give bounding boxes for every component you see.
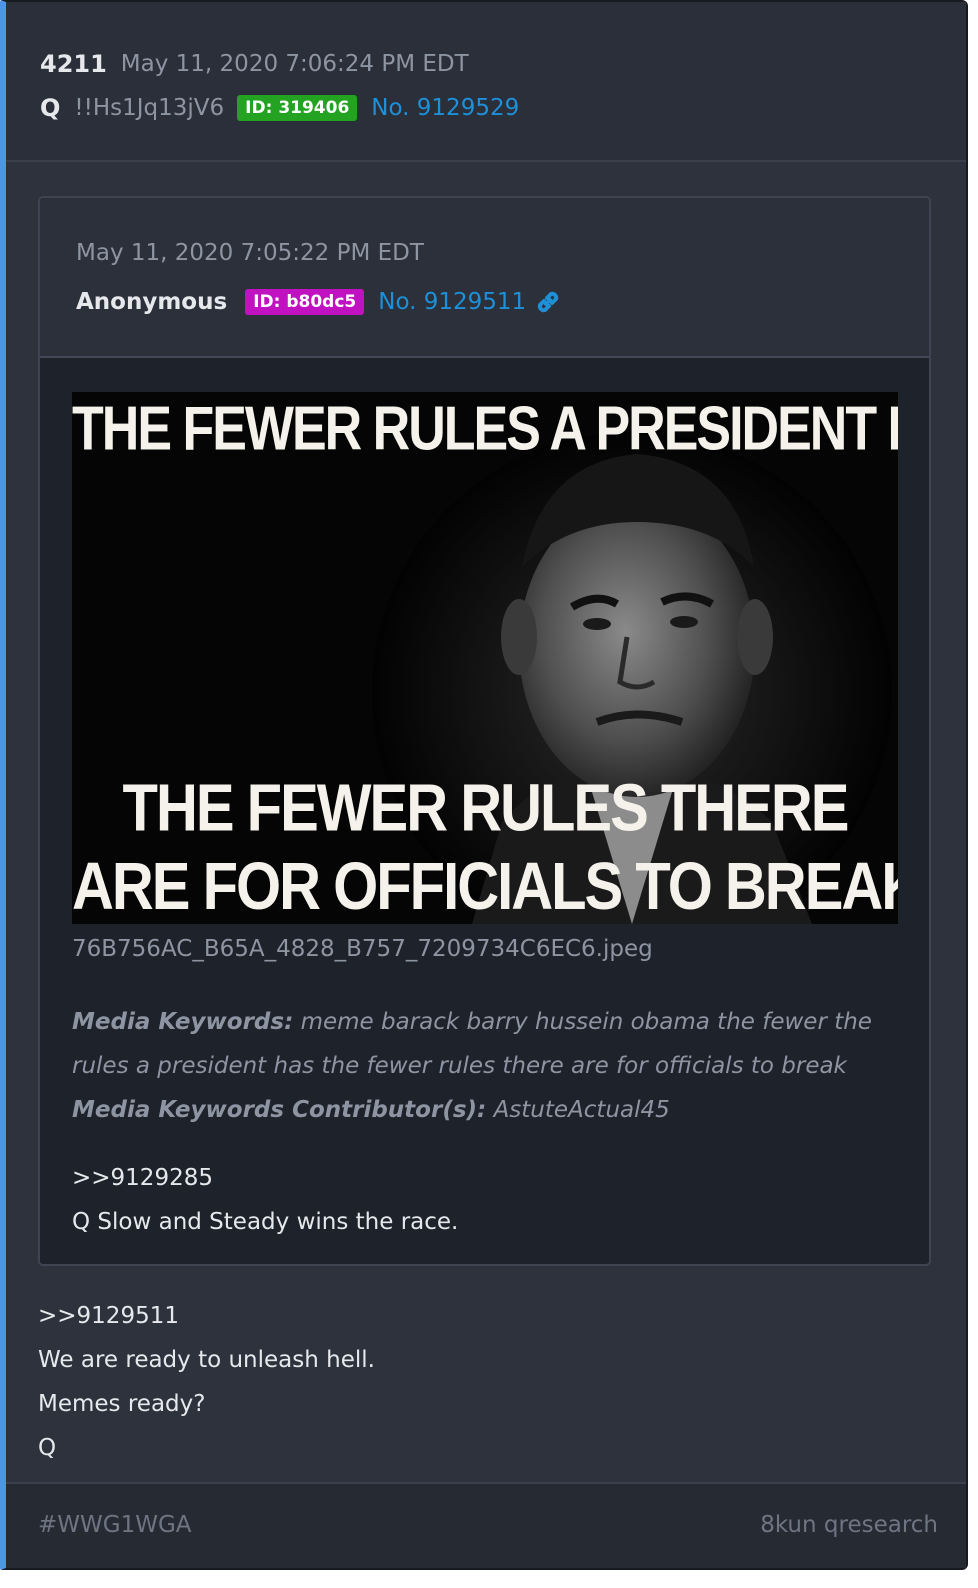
body-signature: Q — [38, 1435, 57, 1461]
reply-link[interactable]: >>9129511 — [38, 1294, 375, 1338]
quoted-post-date: May 11, 2020 7:05:22 PM EDT — [76, 240, 424, 266]
quoted-body-line: Q Slow and Steady wins the race. — [72, 1209, 459, 1235]
meme-bottom-text: THE FEWER RULES THERE ARE FOR OFFICIALS … — [72, 770, 898, 924]
post-footer: #WWG1WGA 8kun qresearch — [6, 1482, 966, 1568]
post-meta-row: 4211 May 11, 2020 7:06:24 PM EDT — [40, 46, 469, 82]
id-badge: ID: 319406 — [237, 95, 358, 121]
post-card: 4211 May 11, 2020 7:06:24 PM EDT Q !!Hs1… — [0, 0, 968, 1570]
meme-image[interactable]: THE FEWER RULES A PRESIDENT HAS, THE FEW… — [72, 392, 898, 924]
quoted-reply-link[interactable]: >>9129285 — [72, 1156, 458, 1200]
quoted-post: May 11, 2020 7:05:22 PM EDT Anonymous ID… — [38, 196, 931, 1266]
post-header: 4211 May 11, 2020 7:06:24 PM EDT Q !!Hs1… — [6, 2, 966, 162]
meme-bottom-line-1: THE FEWER RULES THERE — [122, 770, 850, 846]
post-date: May 11, 2020 7:06:24 PM EDT — [120, 51, 469, 77]
quoted-author-name: Anonymous — [76, 289, 228, 315]
meme-bottom-line-2: ARE FOR OFFICIALS TO BREAK. — [72, 849, 898, 924]
contributors-text: AstuteActual45 — [493, 1097, 670, 1123]
body-line: Memes ready? — [38, 1391, 206, 1417]
body-line: We are ready to unleash hell. — [38, 1347, 375, 1373]
author-name: Q — [40, 94, 61, 122]
contributors-label: Media Keywords Contributor(s): — [72, 1097, 487, 1123]
hashtag: #WWG1WGA — [38, 1512, 192, 1538]
post-number-link[interactable]: No. 9129529 — [371, 95, 519, 121]
post-number: 4211 — [40, 50, 107, 78]
tripcode: !!Hs1Jq13jV6 — [74, 95, 225, 121]
quoted-id-badge: ID: b80dc5 — [245, 289, 365, 315]
meme-top-text: THE FEWER RULES A PRESIDENT HAS, — [72, 394, 898, 464]
source-label: 8kun qresearch — [760, 1512, 938, 1538]
post-author-row: Q !!Hs1Jq13jV6 ID: 319406 No. 9129529 — [40, 90, 519, 126]
media-keywords: Media Keywords: meme barack barry hussei… — [72, 1000, 902, 1132]
post-body: >>9129511 We are ready to unleash hell. … — [38, 1294, 375, 1470]
keywords-label: Media Keywords: — [72, 1009, 294, 1035]
quoted-post-header: May 11, 2020 7:05:22 PM EDT Anonymous ID… — [40, 198, 929, 358]
image-filename[interactable]: 76B756AC_B65A_4828_B757_7209734C6EC6.jpe… — [72, 936, 653, 962]
link-icon[interactable] — [534, 288, 562, 316]
quoted-author-row: Anonymous ID: b80dc5 No. 9129511 — [76, 284, 562, 320]
quoted-post-body: >>9129285 Q Slow and Steady wins the rac… — [72, 1156, 458, 1244]
quoted-post-number-link[interactable]: No. 9129511 — [378, 289, 526, 315]
